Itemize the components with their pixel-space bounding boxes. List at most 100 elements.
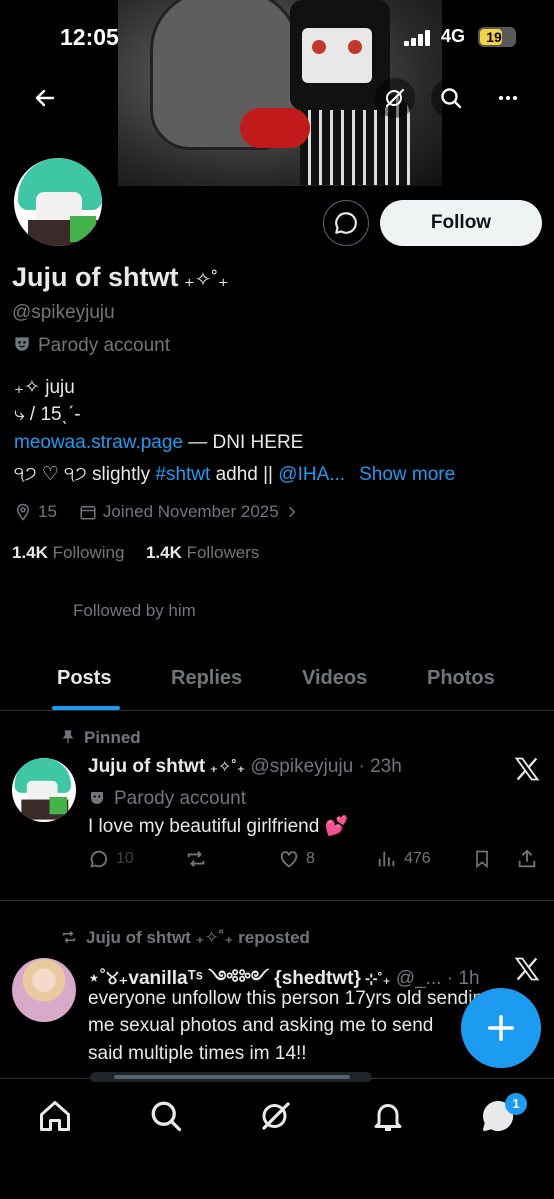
theater-mask-icon xyxy=(15,337,29,351)
reply-button[interactable]: 10 xyxy=(88,848,134,870)
tab-posts[interactable]: Posts xyxy=(57,667,111,690)
joined-date: Joined November 2025 xyxy=(102,502,279,521)
theater-mask-icon xyxy=(91,792,103,804)
post-avatar[interactable] xyxy=(12,958,76,1022)
profile-handle: @spikeyjuju xyxy=(12,302,115,323)
followers-count: 1.4K xyxy=(145,543,182,562)
bio-hashtag[interactable]: #shtwt xyxy=(155,464,210,485)
post-handle-time: @spikeyjuju · 23h xyxy=(245,756,402,777)
show-more-link[interactable]: Show more xyxy=(359,464,455,485)
repost-label[interactable]: Juju of shtwt ₊✧˚₊ reposted xyxy=(60,928,310,948)
bio-line-3: meowaa.straw.page — DNI HERE xyxy=(14,432,303,454)
signal-icon xyxy=(404,30,434,46)
battery-level: 19 xyxy=(486,29,502,45)
bio-line-4: ੧੭ ♡ ੧੭ slightly #shtwt adhd || @IHA... S… xyxy=(14,463,455,486)
bottom-nav xyxy=(0,1078,554,1199)
post-author-deco: ₊✧˚₊ xyxy=(205,759,246,776)
bio-link-rest: — DNI HERE xyxy=(183,432,304,453)
tab-videos[interactable]: Videos xyxy=(302,667,367,690)
message-bubble-icon xyxy=(335,212,357,234)
post-parody-text: Parody account xyxy=(114,788,247,809)
post-body-line: me sexual photos and asking me to send xyxy=(88,1015,434,1036)
calendar-icon xyxy=(80,506,96,520)
tab-photos[interactable]: Photos xyxy=(427,667,495,690)
share-icon xyxy=(518,849,536,868)
following-label: Following xyxy=(52,543,125,562)
tab-replies[interactable]: Replies xyxy=(171,667,242,690)
like-count: 8 xyxy=(306,850,315,867)
more-options-button[interactable] xyxy=(488,78,528,118)
profile-name-deco: ₊✧˚₊ xyxy=(178,269,229,291)
post-avatar[interactable] xyxy=(12,758,76,822)
followed-by-text[interactable]: Followed by him xyxy=(73,601,196,621)
repost-icon xyxy=(62,931,76,943)
parody-label: Parody account xyxy=(12,334,170,357)
battery-icon: 19 xyxy=(478,27,516,47)
compose-button[interactable] xyxy=(461,988,541,1068)
post-author[interactable]: Juju of shtwt ₊✧˚₊ @spikeyjuju · 23h xyxy=(88,756,402,778)
active-tab-indicator xyxy=(52,706,120,710)
views-chart-icon xyxy=(378,851,395,867)
post-divider xyxy=(0,900,554,901)
bookmark-icon xyxy=(476,850,488,869)
follow-button[interactable]: Follow xyxy=(380,200,542,246)
repost-label-text: Juju of shtwt ₊✧˚₊ reposted xyxy=(86,928,310,947)
bio-mention[interactable]: @IHA... xyxy=(278,464,345,485)
grok-button[interactable] xyxy=(375,78,415,118)
status-bar: 12:05 4G 19 xyxy=(0,22,554,54)
more-dots-icon xyxy=(499,96,517,100)
reply-icon xyxy=(90,850,108,868)
like-button[interactable]: 8 xyxy=(278,848,315,870)
location-text: 15 xyxy=(38,502,57,521)
repost-icon xyxy=(187,851,205,867)
profile-tabs: Posts Replies Videos Photos xyxy=(0,655,554,711)
pinned-text: Pinned xyxy=(84,728,141,747)
bookmark-button[interactable] xyxy=(472,848,492,870)
search-icon[interactable] xyxy=(148,1098,184,1134)
following-link[interactable]: 1.4K Following xyxy=(12,543,124,562)
post-actions: 10 8 476 xyxy=(88,848,540,874)
bio-link[interactable]: meowaa.straw.page xyxy=(14,432,183,453)
post-author-name: Juju of shtwt xyxy=(88,756,206,777)
back-button[interactable] xyxy=(25,78,65,118)
grok-icon xyxy=(385,88,405,108)
view-count: 476 xyxy=(404,850,431,867)
location-pin-icon xyxy=(16,503,30,521)
plus-icon xyxy=(487,1014,515,1042)
media-scroll-indicator xyxy=(90,1072,372,1082)
bell-icon[interactable] xyxy=(370,1098,406,1134)
x-logo-icon xyxy=(514,757,540,781)
followers-label: Followers xyxy=(186,543,260,562)
pinned-label: Pinned xyxy=(60,728,141,748)
profile-name-text: Juju of shtwt xyxy=(12,262,179,292)
profile-avatar[interactable] xyxy=(10,154,106,250)
followers-link[interactable]: 1.4K Followers xyxy=(146,543,259,562)
network-type: 4G xyxy=(441,26,466,46)
search-button[interactable] xyxy=(431,78,471,118)
post-body: I love my beautiful girlfriend 💕 xyxy=(88,816,349,837)
x-logo-icon xyxy=(514,957,540,981)
follow-counts: 1.4K Following 1.4K Followers xyxy=(12,543,259,563)
parody-text: Parody account xyxy=(38,335,171,356)
heart-icon xyxy=(280,851,298,868)
post-parody-label: Parody account xyxy=(88,785,246,812)
reply-count: 10 xyxy=(116,850,134,867)
bio-line-1: ₊✧ juju xyxy=(14,377,75,398)
home-icon[interactable] xyxy=(37,1098,73,1134)
following-count: 1.4K xyxy=(12,543,48,562)
chevron-right-icon[interactable] xyxy=(285,505,299,519)
back-arrow-icon xyxy=(35,89,55,107)
views-button[interactable]: 476 xyxy=(376,848,431,870)
grok-icon[interactable] xyxy=(258,1098,294,1134)
search-icon xyxy=(441,88,462,109)
notification-badge: 1 xyxy=(505,1093,527,1115)
share-button[interactable] xyxy=(516,848,538,870)
profile-meta: 15 Joined November 2025 xyxy=(14,502,299,522)
profile-name: Juju of shtwt ₊✧˚₊ xyxy=(12,262,229,293)
message-button[interactable] xyxy=(323,200,369,246)
banner-bow xyxy=(240,108,310,148)
bio-text: ੧੭ ♡ ੧੭ slightly xyxy=(14,464,156,485)
status-time: 12:05 xyxy=(60,24,119,50)
post-body-line: said multiple times im 14!! xyxy=(88,1043,307,1064)
repost-button[interactable] xyxy=(184,848,208,870)
